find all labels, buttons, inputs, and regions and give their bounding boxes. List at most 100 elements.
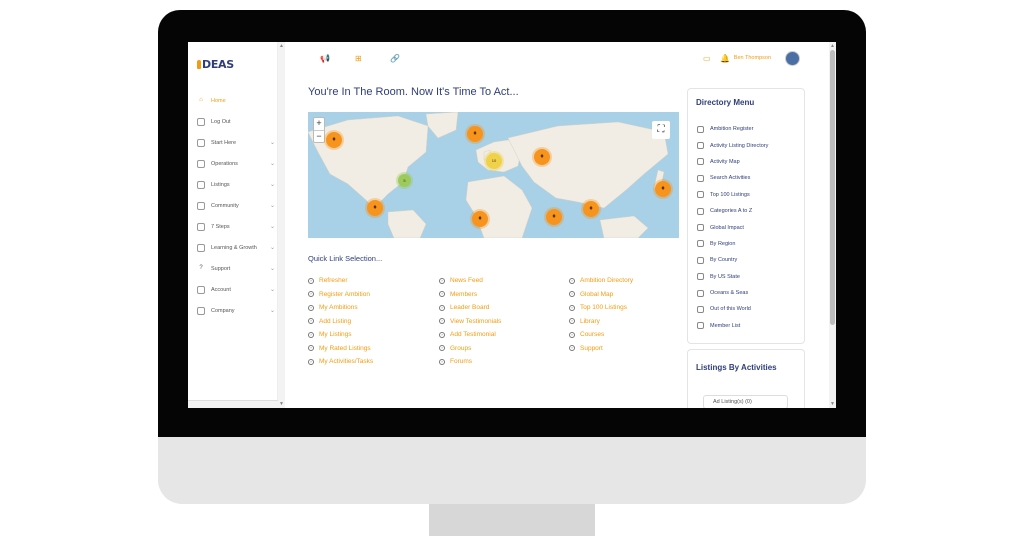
directory-item[interactable]: Search Activities [697, 170, 768, 186]
quick-link[interactable]: › Members [439, 288, 501, 302]
chevron-down-icon: ⌄ [269, 161, 275, 167]
directory-item[interactable]: Member List [697, 318, 768, 334]
bell-icon[interactable]: 🔔 [720, 54, 730, 63]
megaphone-icon[interactable]: 📢 [320, 54, 330, 63]
quick-link[interactable]: › My Listings [308, 328, 373, 342]
activity-map[interactable]: + − ⛶ ♦ ♦ 10 5 ♦ ♦ ♦ ♦ ♦ ♦ [308, 112, 679, 238]
desktop-stage: DEAS ⌂ Home Log Out Start Here ⌄ Operation… [0, 0, 1024, 536]
directory-item[interactable]: Categories A to Z [697, 203, 768, 219]
zoom-out-button[interactable]: − [314, 130, 324, 142]
quick-link[interactable]: › My Ambitions [308, 301, 373, 315]
sidebar-item-start-here[interactable]: Start Here ⌄ [197, 132, 275, 153]
sidebar-item-operations[interactable]: Operations ⌄ [197, 153, 275, 174]
circle-arrow-icon: › [439, 318, 445, 325]
sidebar-item-label: Learning & Growth [211, 244, 257, 251]
scrollbar-thumb[interactable] [830, 50, 835, 325]
scroll-up-arrow-icon[interactable]: ▲ [830, 43, 835, 49]
sidebar-item-log-out[interactable]: Log Out [197, 111, 275, 132]
map-marker[interactable]: ♦ [326, 132, 342, 148]
quick-link[interactable]: › Register Ambition [308, 288, 373, 302]
sidebar-item-community[interactable]: Community ⌄ [197, 195, 275, 216]
directory-item[interactable]: Oceans & Seas [697, 285, 768, 301]
chevron-down-icon: ⌄ [269, 182, 275, 188]
map-cluster-marker[interactable]: 5 [398, 174, 411, 187]
zoom-in-button[interactable]: + [314, 118, 324, 130]
quick-link[interactable]: › Add Listing [308, 315, 373, 329]
scroll-down-arrow-icon[interactable]: ▼ [830, 401, 835, 407]
link-icon[interactable]: 🔗 [390, 54, 400, 63]
world-map-land [308, 112, 669, 238]
quick-link[interactable]: › Forums [439, 355, 501, 369]
sidebar-item-label: Listings [211, 181, 230, 188]
circle-arrow-icon: › [439, 358, 445, 365]
map-marker[interactable]: ♦ [655, 181, 671, 197]
quick-link[interactable]: › News Feed [439, 274, 501, 288]
directory-item[interactable]: Activity Map [697, 154, 768, 170]
map-marker[interactable]: ♦ [367, 200, 383, 216]
sidebar-item-account[interactable]: Account ⌄ [197, 279, 275, 300]
logo[interactable]: DEAS [197, 58, 234, 71]
quick-link[interactable]: › Ambition Directory [569, 274, 633, 288]
directory-item[interactable]: By Country [697, 252, 768, 268]
sidebar-item-label: Support [211, 265, 231, 272]
sidebar-item-label: Operations [211, 160, 238, 167]
map-marker[interactable]: ♦ [534, 149, 550, 165]
map-marker[interactable]: ♦ [467, 126, 483, 142]
fullscreen-icon[interactable]: ⛶ [652, 121, 670, 139]
quick-link[interactable]: › My Rated Listings [308, 342, 373, 356]
directory-item[interactable]: Ambition Register [697, 121, 768, 137]
quick-link[interactable]: › View Testimonials [439, 315, 501, 329]
quick-link-label: Leader Board [450, 304, 490, 312]
map-marker[interactable]: ♦ [546, 209, 562, 225]
page-vertical-scrollbar[interactable]: ▲ ▼ [829, 42, 836, 408]
map-marker[interactable]: ♦ [472, 211, 488, 227]
sidebar-vertical-scrollbar[interactable]: ▲ ▼ [278, 42, 285, 408]
sidebar-item-home[interactable]: ⌂ Home [197, 90, 275, 111]
quick-link-label: News Feed [450, 277, 483, 285]
member-list-icon [697, 322, 704, 330]
directory-item-label: Global Impact [710, 224, 744, 231]
quick-link[interactable]: › Leader Board [439, 301, 501, 315]
plus-square-icon[interactable]: ⊞ [355, 54, 362, 63]
directory-item[interactable]: Global Impact [697, 219, 768, 235]
sidebar-item-listings[interactable]: Listings ⌄ [197, 174, 275, 195]
directory-item[interactable]: By US State [697, 269, 768, 285]
sidebar-item-company[interactable]: Company ⌄ [197, 300, 275, 321]
directory-menu: Directory Menu Ambition Register Activit… [687, 88, 805, 344]
directory-item[interactable]: Activity Listing Directory [697, 137, 768, 153]
quick-link[interactable]: › Courses [569, 328, 633, 342]
quick-link[interactable]: › My Activities/Tasks [308, 355, 373, 369]
quick-link-label: Refresher [319, 277, 348, 285]
quick-link[interactable]: › Global Map [569, 288, 633, 302]
sidebar-item-7-steps[interactable]: 7 Steps ⌄ [197, 216, 275, 237]
sidebar-horizontal-scrollbar[interactable] [188, 400, 278, 408]
map-marker[interactable]: ♦ [583, 201, 599, 217]
chevron-down-icon: ⌄ [269, 266, 275, 272]
scroll-down-arrow-icon[interactable]: ▼ [279, 401, 284, 407]
quick-link-label: Support [580, 344, 603, 352]
quick-link[interactable]: › Top 100 Listings [569, 301, 633, 315]
inbox-icon[interactable]: ▭ [703, 54, 711, 63]
quick-link-label: Courses [580, 331, 605, 339]
left-sidebar: DEAS ⌂ Home Log Out Start Here ⌄ Operation… [188, 42, 278, 408]
quick-link[interactable]: › Library [569, 315, 633, 329]
circle-arrow-icon: › [439, 291, 445, 298]
directory-item[interactable]: By Region [697, 236, 768, 252]
user-name[interactable]: Ben Thompson [734, 55, 771, 61]
quick-links-column-2: › News Feed › Members › Leader Board › View … [439, 274, 501, 369]
directory-item[interactable]: Out of this World [697, 301, 768, 317]
quick-link[interactable]: › Add Testimonial [439, 328, 501, 342]
location-pin-icon [697, 240, 704, 248]
quick-link-label: Top 100 Listings [580, 304, 627, 312]
avatar[interactable] [785, 51, 800, 66]
sidebar-item-learning-growth[interactable]: Learning & Growth ⌄ [197, 237, 275, 258]
listings-select[interactable]: Ad Listing(s) (0) [703, 395, 788, 408]
directory-item[interactable]: Top 100 Listings [697, 187, 768, 203]
quick-link[interactable]: › Groups [439, 342, 501, 356]
sidebar-item-support[interactable]: ? Support ⌄ [197, 258, 275, 279]
top-bar: 📢 ⊞ 🔗 ▭ 🔔 Ben Thompson [285, 42, 829, 76]
map-cluster-marker[interactable]: 10 [486, 153, 502, 169]
quick-link[interactable]: › Support [569, 342, 633, 356]
quick-link[interactable]: › Refresher [308, 274, 373, 288]
scroll-up-arrow-icon[interactable]: ▲ [279, 43, 284, 49]
